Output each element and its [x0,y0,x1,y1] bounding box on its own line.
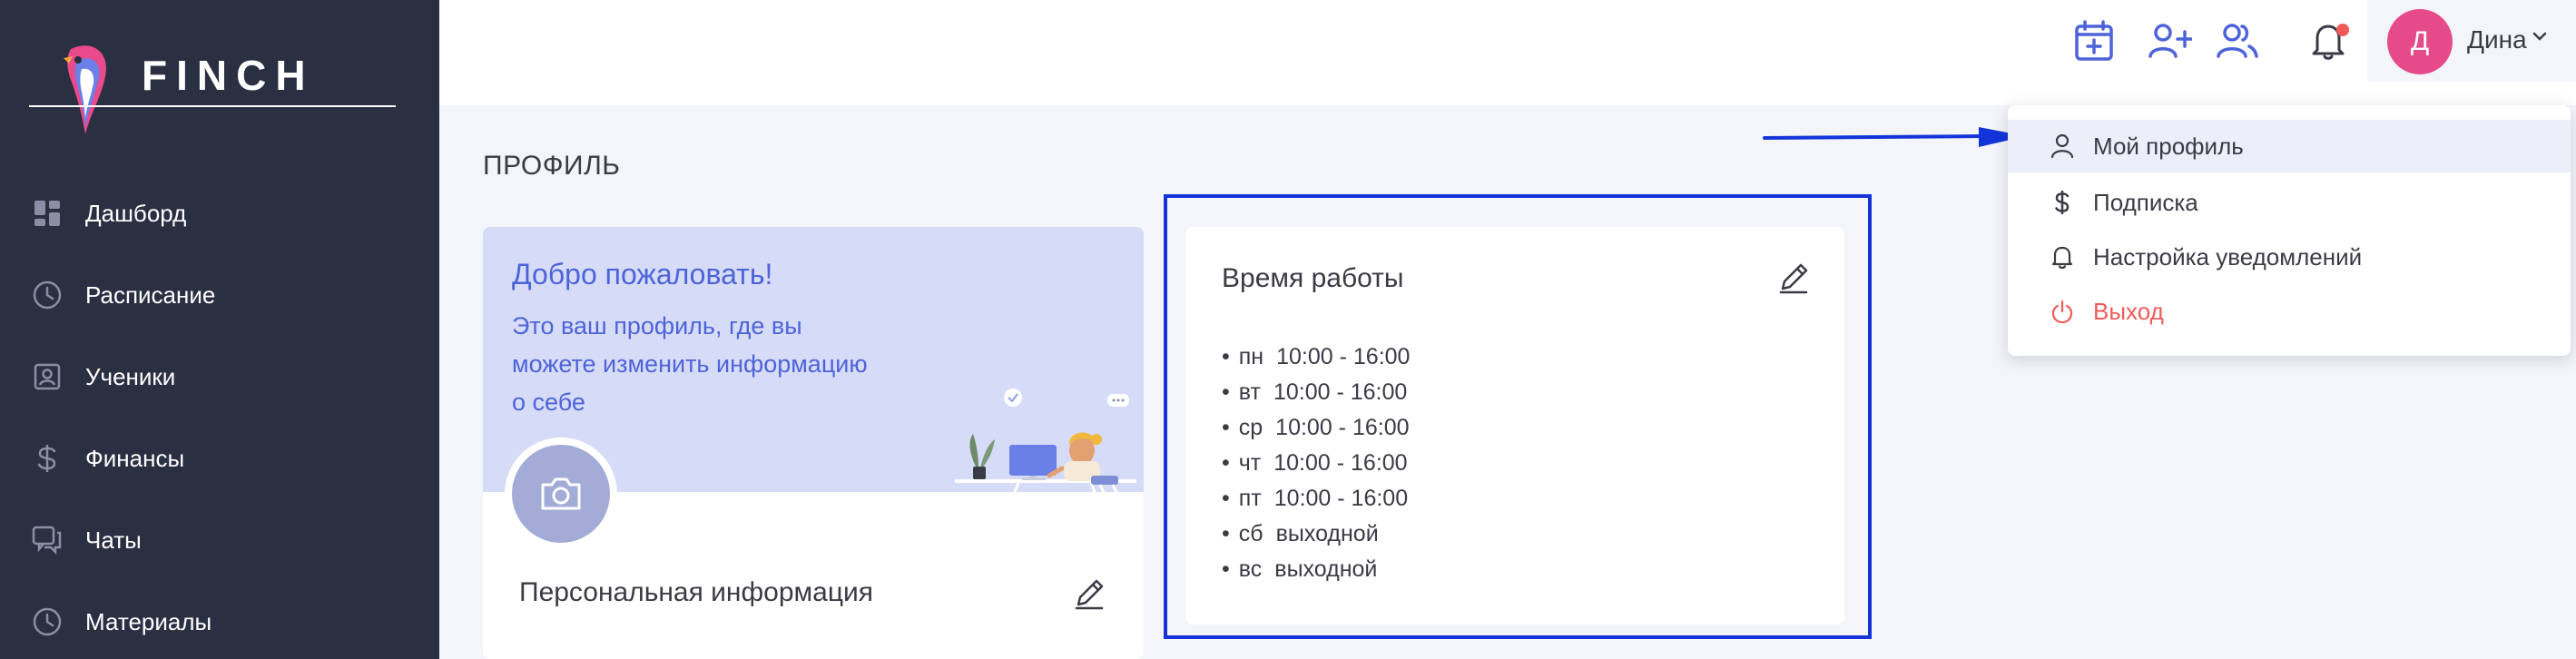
notification-dot [2336,24,2349,36]
woman-at-desk-illustration [955,389,1136,492]
menu-item-notification-settings[interactable]: Настройка уведомлений [2008,231,2571,283]
day-label: сб [1238,521,1263,546]
list-item: • сб выходной [1222,521,1379,546]
bell-icon [2048,242,2077,271]
user-dropdown-menu: Мой профиль Подписка Настройка уведомлен… [2008,105,2571,356]
sidebar-item-label: Чаты [85,526,142,554]
sidebar-item-finance[interactable]: Финансы [0,418,439,499]
clock-icon [29,604,65,640]
add-user-icon [2148,24,2192,58]
list-item: • чт 10:00 - 16:00 [1222,450,1408,476]
hours-value: 10:00 - 16:00 [1275,415,1410,440]
sidebar-item-label: Расписание [85,280,216,309]
clock-icon [29,277,65,313]
personal-info-title: Персональная информация [519,577,874,607]
sidebar-item-label: Дашборд [85,199,187,227]
students-button[interactable] [2213,16,2262,65]
chevron-down-icon[interactable] [2532,31,2547,42]
add-lesson-button[interactable] [2070,16,2119,65]
finch-bird-logo-icon [64,45,106,134]
work-hours-title: Время работы [1222,263,1404,293]
hours-value: выходной [1275,521,1379,546]
hours-value: выходной [1274,556,1378,582]
sidebar-nav: Дашборд Расписание Ученики Финансы Чаты [0,172,439,659]
hours-value: 10:00 - 16:00 [1273,379,1408,405]
dashboard-icon [29,195,65,231]
page-title: ПРОФИЛЬ [483,151,621,181]
welcome-text: Это ваш профиль, где вы можете изменить … [512,312,868,416]
work-hours-list: • пн 10:00 - 16:00 • вт 10:00 - 16:00 • ср 10:… [1222,339,1410,587]
logo[interactable]: FINCH [31,34,396,134]
dollar-icon [29,440,65,477]
hours-value: 10:00 - 16:00 [1276,344,1411,369]
day-label: ср [1238,415,1263,440]
sidebar: FINCH Дашборд Расписание Ученики Финансы… [0,0,439,659]
hours-value: 10:00 - 16:00 [1273,486,1409,511]
menu-item-label: Выход [2093,297,2164,325]
day-label: чт [1238,450,1262,476]
list-item: • пн 10:00 - 16:00 [1222,344,1411,369]
day-label: пт [1238,486,1262,511]
edit-personal-info-button[interactable] [1071,575,1107,612]
work-hours-card: Время работы • пн 10:00 - 16:00 • вт 10:00 -… [1185,227,1844,625]
day-label: пн [1238,344,1264,369]
sidebar-item-materials[interactable]: Материалы [0,581,439,659]
power-icon [2048,297,2077,326]
menu-item-my-profile[interactable]: Мой профиль [2008,120,2571,172]
annotation-arrow [1763,127,2026,147]
sidebar-item-label: Ученики [85,362,176,390]
profile-card: Добро пожаловать! Это ваш профиль, где в… [483,227,1144,659]
sidebar-item-students[interactable]: Ученики [0,336,439,418]
pencil-icon [1075,579,1104,610]
notifications-button[interactable] [2304,16,2353,65]
edit-work-hours-button[interactable] [1775,260,1812,296]
camera-icon [541,477,581,510]
menu-item-label: Настройка уведомлений [2093,242,2363,270]
logo-text: FINCH [142,52,315,99]
sidebar-item-schedule[interactable]: Расписание [0,254,439,336]
calendar-plus-icon [2075,20,2113,61]
day-label: вс [1238,556,1263,582]
menu-item-subscription[interactable]: Подписка [2008,176,2571,229]
menu-item-logout[interactable]: Выход [2008,285,2571,338]
avatar[interactable]: Д [2387,9,2453,74]
menu-item-label: Мой профиль [2093,132,2244,160]
day-label: вт [1238,379,1261,405]
welcome-title: Добро пожаловать! [512,258,773,290]
hours-value: 10:00 - 16:00 [1273,450,1408,476]
user-icon [2048,132,2077,161]
sidebar-item-label: Финансы [85,444,185,472]
student-icon [29,359,65,395]
sidebar-item-label: Материалы [85,607,212,635]
menu-item-label: Подписка [2093,188,2198,216]
dollar-icon [2048,188,2077,217]
sidebar-item-chats[interactable]: Чаты [0,499,439,581]
list-item: • пт 10:00 - 16:00 [1222,486,1409,511]
chat-icon [29,522,65,558]
sidebar-item-dashboard[interactable]: Дашборд [0,172,439,254]
users-icon [2217,24,2258,58]
list-item: • ср 10:00 - 16:00 [1222,415,1410,440]
logo-divider [29,105,396,107]
user-name[interactable]: Дина [2467,25,2527,54]
add-student-button[interactable] [2146,16,2195,65]
list-item: • вт 10:00 - 16:00 [1222,379,1408,405]
pencil-icon [1779,263,1808,294]
list-item: • вс выходной [1222,556,1378,582]
upload-photo-button[interactable] [512,445,610,543]
